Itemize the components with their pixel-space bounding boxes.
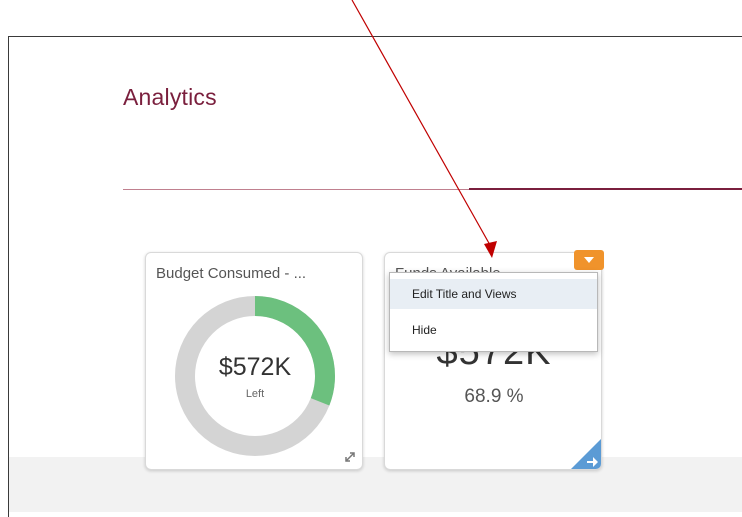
tile-percent: 68.9 %	[464, 386, 524, 407]
title-divider-accent	[469, 188, 742, 190]
tile-menu-button[interactable]	[574, 250, 604, 270]
title-divider	[123, 189, 469, 190]
tile-title: Budget Consumed - ...	[156, 265, 307, 282]
app-frame	[8, 36, 742, 517]
menu-item-edit-title-and-views[interactable]: Edit Title and Views	[390, 279, 597, 309]
budget-consumed-tile[interactable]: Budget Consumed - ... $572K Left	[145, 252, 363, 470]
expand-icon[interactable]	[344, 451, 356, 463]
tile-value: $572K	[218, 353, 292, 381]
tile-sublabel: Left	[245, 388, 265, 400]
tile-context-menu: Edit Title and Views Hide	[389, 272, 598, 352]
page-title: Analytics	[123, 84, 217, 110]
footer-band	[9, 457, 742, 512]
menu-item-hide[interactable]: Hide	[390, 315, 597, 345]
corner-arrow-icon[interactable]	[571, 439, 601, 469]
